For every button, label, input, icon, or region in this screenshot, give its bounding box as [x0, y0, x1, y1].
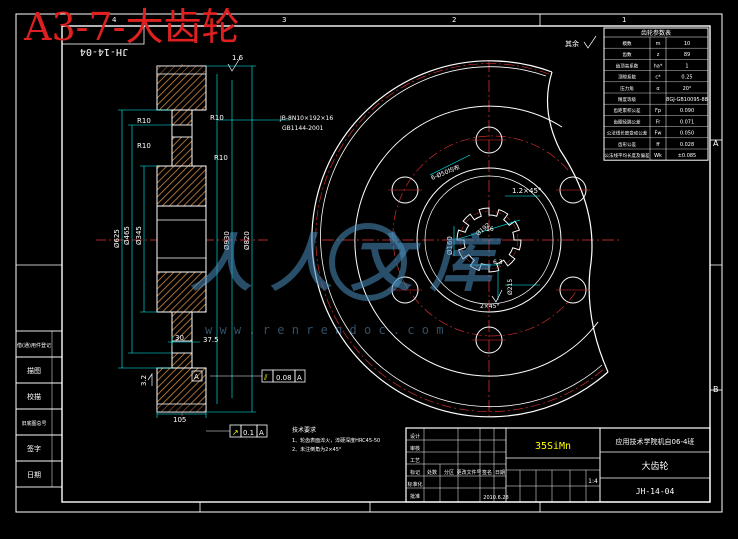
frame-number-2: 2 — [452, 16, 456, 24]
parameter-cell: 0.071 — [680, 119, 694, 125]
dim-37-5: 37.5 — [203, 336, 219, 344]
frame-number-1: 1 — [622, 16, 626, 24]
parameter-cell: 精度等级 — [618, 96, 636, 103]
parameter-cell: α — [656, 86, 660, 92]
parameter-cell: 10 — [684, 41, 690, 47]
parameter-cell: c* — [655, 75, 661, 81]
title-part: 大齿轮 — [641, 460, 668, 472]
tolerance-1-symbol: ⫽ — [263, 373, 268, 382]
roughness-left: 3.2 — [140, 375, 148, 386]
roughness-corner-label: 其余 — [565, 39, 579, 48]
title-block-role-labels: 设计审核工艺标准化批准 — [407, 433, 422, 500]
tolerance-1-ref: A — [297, 374, 302, 382]
parameter-cell: 齿形公差 — [618, 141, 636, 148]
tech-notes-line-2: 2、未注倒角为2×45° — [292, 446, 342, 453]
parameter-cell: 1 — [685, 63, 688, 69]
parameter-cell: Fp — [655, 108, 661, 114]
watermark-cn: 人人文库 — [190, 227, 510, 300]
dim-d465: Ø465 — [123, 226, 131, 245]
parameter-cell: z — [657, 52, 660, 58]
spline-callout-std: GB1144-2001 — [282, 125, 324, 132]
title-scale: 1:4 — [588, 478, 598, 485]
datum-a: A — [194, 373, 199, 381]
left-column-label: 日期 — [27, 471, 41, 479]
dim-105: 105 — [173, 416, 186, 424]
title-role-label: 标准化 — [407, 481, 422, 488]
title-company: 应用技术学院机自06-4班 — [616, 437, 695, 446]
left-column-label: 借(通)用件登记 — [17, 342, 51, 349]
roughness-corner-symbol — [583, 35, 597, 49]
title-material: 35SiMn — [535, 441, 571, 452]
title-header-label: 处数 — [427, 469, 437, 476]
parameter-cell: ha* — [654, 63, 663, 69]
cad-drawing: A B 1 2 3 4 JH-14-04 R10 R10 R10 R10 Ø62… — [15, 5, 723, 513]
left-column-label: 校描 — [27, 392, 41, 401]
tolerance-2-ref: A — [259, 429, 264, 437]
title-date: 2010.6.28 — [483, 495, 508, 501]
parameter-cell: 20° — [683, 86, 692, 92]
roughness-top: 1.6 — [232, 54, 244, 62]
title-header-label: 签名 — [482, 469, 492, 476]
parameter-cell: 0.028 — [680, 142, 694, 148]
dim-30: 30 — [175, 334, 184, 342]
left-column-label: 描图 — [27, 366, 41, 375]
title-role-label: 审核 — [410, 445, 420, 452]
tech-notes-line-1: 1、轮齿表面淬火，淬硬深度HRC45-50 — [292, 437, 380, 444]
parameter-cell: m — [656, 41, 661, 47]
dim-d345: Ø345 — [135, 226, 143, 245]
dim-d625: Ø625 — [113, 229, 121, 248]
title-role-label: 设计 — [410, 433, 420, 440]
dim-r10-d: R10 — [214, 154, 228, 162]
roughness-left-symbol — [147, 372, 153, 386]
dim-r10-b: R10 — [210, 114, 224, 122]
spline-callout: JB-8N10×192×16 — [279, 115, 333, 122]
title-code: JH-14-04 — [636, 487, 675, 496]
parameter-table-header: 齿轮参数表 — [641, 29, 671, 37]
tolerance-2-value: 0.1 — [243, 429, 254, 437]
watermark-url: w w w . r e n r e n d o c . c o m — [205, 323, 443, 337]
parameter-cell: ±0.085 — [678, 153, 697, 159]
parameter-cell: 公法线长度变动公差 — [607, 130, 648, 137]
parameter-cell: 0.090 — [680, 108, 694, 114]
parameter-cell: 89 — [684, 52, 690, 58]
frame-number-3: 3 — [282, 16, 286, 24]
title-role-label: 工艺 — [410, 458, 420, 464]
parameter-cell: 齿圈径跳公差 — [614, 118, 641, 125]
drawing-title: A3-7-大齿轮 — [23, 5, 239, 49]
parameter-table: 齿轮参数表模数 m 10 齿数 z 89 齿顶高系数 ha* 1 顶隙系数 c* 0.25 压力角 α 20… — [603, 27, 709, 161]
title-header-label: 日期 — [495, 470, 505, 476]
frame-letter-a: A — [713, 139, 719, 148]
parameter-cell: Wk — [654, 153, 662, 159]
parameter-cell: Fw — [655, 131, 662, 137]
parameter-cell: 压力角 — [620, 85, 634, 92]
left-column-table: 借(通)用件登记描图校描旧底图总号签字日期 — [15, 330, 63, 488]
left-column-label: 签字 — [27, 444, 41, 453]
title-header-label: 更改文件号 — [456, 469, 481, 476]
parameter-cell: 齿距累积公差 — [614, 107, 641, 114]
title-role-label: 批准 — [410, 493, 420, 500]
parameter-cell: 齿数 — [623, 51, 632, 58]
title-header-label: 分区 — [444, 469, 454, 476]
title-header-label: 标记 — [410, 469, 420, 476]
parameter-cell: 齿顶高系数 — [616, 62, 639, 69]
parameter-cell: 顶隙系数 — [618, 74, 636, 81]
tech-notes-title: 技术要求 — [292, 426, 316, 434]
parameter-cell: Fr — [656, 119, 662, 125]
front-dim-chamfer2: 2×45° — [480, 303, 499, 310]
parameter-cell: 8GJ-GB10095-88 — [666, 97, 708, 103]
watermark: 人人文库 w w w . r e n r e n d o c . c o m — [190, 227, 510, 337]
dim-r10-c: R10 — [137, 142, 151, 150]
frame-letter-b: B — [713, 385, 719, 394]
dim-r10-a: R10 — [137, 117, 151, 125]
tolerance-2-symbol: ↗ — [232, 428, 239, 437]
front-dim-chamfer: 1.2×45° — [512, 187, 541, 195]
parameter-cell: 模数 — [623, 40, 632, 47]
left-column-label: 旧底图总号 — [21, 420, 46, 427]
tolerance-1-value: 0.08 — [276, 374, 292, 382]
parameter-cell: 0.050 — [680, 131, 694, 137]
parameter-cell: 0.25 — [681, 75, 692, 81]
parameter-cell: ff — [656, 142, 660, 148]
parameter-cell: 公法线平均长度及偏差 — [605, 152, 650, 159]
